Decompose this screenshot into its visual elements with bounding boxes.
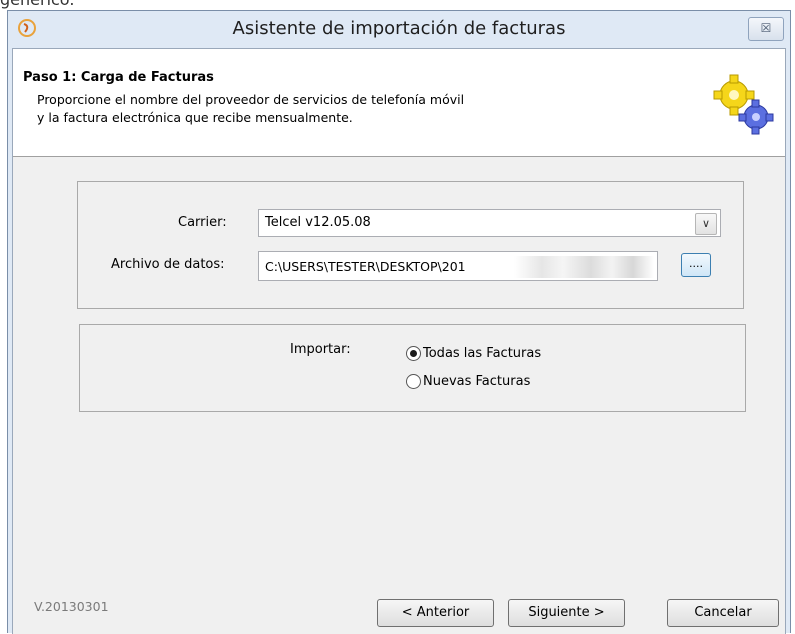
- version-label: V.20130301: [34, 599, 109, 614]
- import-label: Importar:: [290, 342, 351, 357]
- import-group: [79, 324, 746, 412]
- description-line-2: y la factura electrónica que recibe mens…: [37, 110, 353, 125]
- browse-button[interactable]: ....: [681, 253, 711, 277]
- window-title: Asistente de importación de facturas: [232, 18, 566, 39]
- wizard-body: Paso 1: Carga de Facturas Proporcione el…: [12, 48, 786, 634]
- radio-unselected-icon[interactable]: [406, 374, 421, 389]
- next-button[interactable]: Siguiente >: [508, 599, 625, 627]
- previous-button[interactable]: < Anterior: [377, 599, 494, 627]
- radio-new-invoices[interactable]: Nuevas Facturas: [406, 374, 530, 389]
- redacted-path: [514, 256, 654, 278]
- close-button[interactable]: ☒: [748, 17, 784, 41]
- radio-all-label: Todas las Facturas: [423, 346, 542, 361]
- gears-icon: [713, 74, 774, 135]
- description-line-1: Proporcione el nombre del proveedor de s…: [37, 92, 465, 107]
- file-path-value: C:\USERS\TESTER\DESKTOP\201: [265, 259, 466, 274]
- radio-all-invoices[interactable]: Todas las Facturas: [406, 346, 541, 361]
- step-title: Paso 1: Carga de Facturas: [23, 70, 214, 85]
- step-header: Paso 1: Carga de Facturas Proporcione el…: [13, 49, 785, 157]
- radio-selected-icon[interactable]: [406, 346, 421, 361]
- radio-new-label: Nuevas Facturas: [423, 374, 531, 389]
- chevron-down-icon[interactable]: ∨: [695, 213, 717, 235]
- carrier-label: Carrier:: [178, 215, 227, 230]
- background-text: genérico.: [0, 0, 74, 10]
- browse-icon: ....: [689, 257, 703, 270]
- file-label: Archivo de datos:: [111, 257, 225, 272]
- file-path-field[interactable]: C:\USERS\TESTER\DESKTOP\201: [258, 251, 658, 281]
- carrier-group: [77, 181, 744, 309]
- cancel-button[interactable]: Cancelar: [667, 599, 779, 627]
- title-bar[interactable]: Asistente de importación de facturas ☒: [8, 11, 790, 47]
- wizard-window: Asistente de importación de facturas ☒ P…: [7, 10, 791, 634]
- step-description: Proporcione el nombre del proveedor de s…: [37, 91, 464, 127]
- carrier-selected-value: Telcel v12.05.08: [265, 215, 371, 230]
- carrier-select[interactable]: Telcel v12.05.08 ∨: [258, 209, 721, 237]
- close-icon: ☒: [760, 21, 772, 35]
